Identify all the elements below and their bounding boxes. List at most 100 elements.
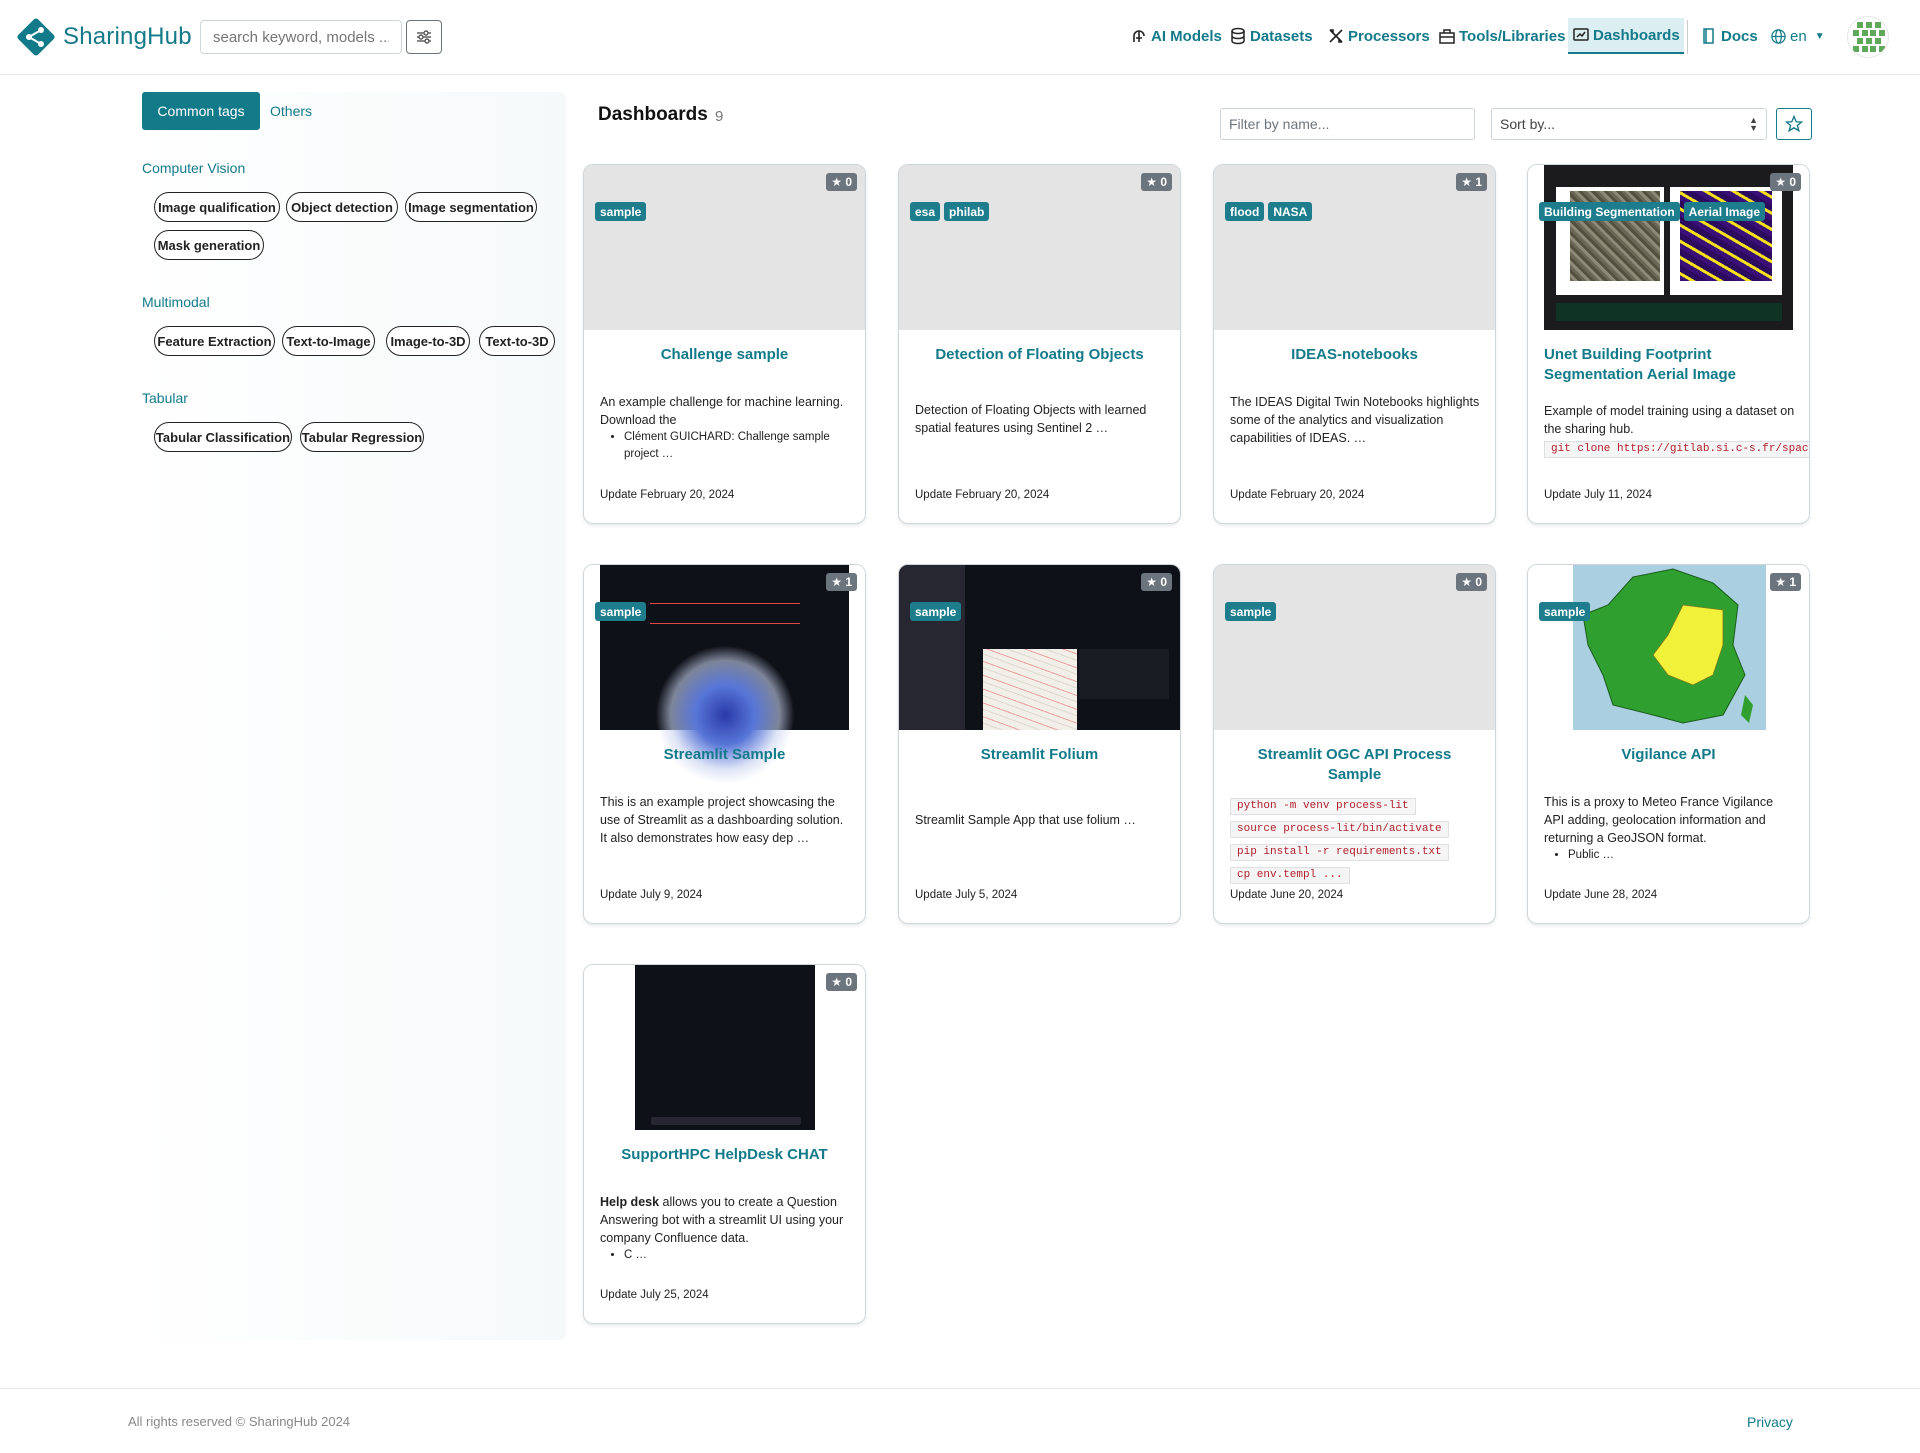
nav-dashboards[interactable]: Dashboards (1568, 18, 1684, 54)
card-thumbnail (1528, 165, 1809, 330)
card-tag-badge[interactable]: flood (1225, 202, 1265, 221)
card-update-date: Update June 28, 2024 (1544, 889, 1658, 901)
nav-docs[interactable]: Docs (1696, 18, 1762, 54)
nav-docs-label: Docs (1721, 27, 1758, 45)
star-icon: ★ (1146, 575, 1161, 589)
user-avatar[interactable] (1847, 16, 1889, 58)
favorites-toggle-button[interactable] (1776, 108, 1812, 140)
dashboard-card-challenge-sample[interactable]: ★ 0 sample Challenge sample An example c… (583, 164, 866, 524)
card-tag-badge[interactable]: philab (944, 202, 990, 221)
card-tag-badge[interactable]: sample (910, 602, 962, 621)
dashboard-icon (1573, 28, 1589, 41)
card-thumbnail (1214, 565, 1495, 730)
star-count: 1 (845, 575, 852, 589)
card-description-text: This is a proxy to Meteo France Vigilanc… (1544, 795, 1774, 845)
card-description: This is an example project showcasing th… (600, 795, 844, 845)
sort-select[interactable]: Sort by... ▲ ▼ (1491, 108, 1767, 140)
card-title[interactable]: Detection of Floating Objects (915, 345, 1164, 365)
star-count-badge: ★ 1 (1456, 173, 1487, 191)
card-title[interactable]: Unet Building Footprint Segmentation Aer… (1544, 345, 1793, 385)
filter-by-name-input[interactable]: Filter by name... (1220, 108, 1475, 140)
card-title[interactable]: Challenge sample (600, 345, 849, 365)
tag-tabular-regression[interactable]: Tabular Regression (300, 422, 424, 452)
nav-processors[interactable]: Processors (1323, 18, 1434, 54)
dashboard-card-streamlit-sample[interactable]: ★ 1 sample Streamlit Sample This is an e… (583, 564, 866, 924)
card-tag-badge[interactable]: sample (1539, 602, 1591, 621)
sidebar (134, 92, 566, 1340)
card-description: Streamlit Sample App that use folium … (915, 813, 1136, 827)
search-input[interactable] (200, 20, 402, 54)
sort-select-label: Sort by... (1500, 116, 1555, 132)
dashboard-card-supporthpc-helpdesk[interactable]: ★ 0 SupportHPC HelpDesk CHAT Help desk a… (583, 964, 866, 1324)
nav-processors-label: Processors (1348, 27, 1430, 45)
card-code-snippet: git clone https://gitlab.si.c-s.fr/space… (1544, 441, 1809, 458)
star-icon: ★ (1461, 575, 1476, 589)
dashboard-card-detection-floating-objects[interactable]: ★ 0 esa philab Detection of Floating Obj… (898, 164, 1181, 524)
card-title[interactable]: Vigilance API (1544, 745, 1793, 765)
dashboard-card-streamlit-folium[interactable]: ★ 0 sample Streamlit Folium Streamlit Sa… (898, 564, 1181, 924)
card-tag-badge[interactable]: NASA (1268, 202, 1313, 221)
brand-name[interactable]: SharingHub (63, 23, 192, 51)
nav-ai-models[interactable]: AI Models (1126, 18, 1226, 54)
tag-text-to-image[interactable]: Text-to-Image (282, 326, 375, 356)
section-computer-vision-title: Computer Vision (142, 160, 246, 176)
star-count-badge: ★ 0 (1456, 573, 1487, 591)
star-count-badge: ★ 1 (1770, 573, 1801, 591)
language-selector[interactable]: en ▼ (1770, 18, 1825, 54)
globe-icon (1771, 28, 1786, 44)
nav-tools-libraries[interactable]: Tools/Libraries (1434, 18, 1569, 54)
card-description: python -m venv process-lit source proces… (1230, 795, 1481, 887)
dashboard-card-ideas-notebooks[interactable]: ★ 1 flood NASA IDEAS-notebooks The IDEAS… (1213, 164, 1496, 524)
star-count-badge: ★ 0 (1770, 173, 1801, 191)
card-update-date: Update February 20, 2024 (915, 489, 1050, 501)
tab-common-tags[interactable]: Common tags (142, 92, 260, 130)
tag-tabular-classification[interactable]: Tabular Classification (154, 422, 292, 452)
card-thumbnail (584, 165, 865, 330)
footer-privacy-link[interactable]: Privacy (1747, 1414, 1793, 1430)
card-tag-badge[interactable]: sample (595, 202, 647, 221)
nav-datasets[interactable]: Datasets (1225, 18, 1317, 54)
card-title[interactable]: Streamlit OGC API Process Sample (1230, 745, 1479, 785)
card-thumbnail (1528, 565, 1809, 730)
tag-image-to-3d[interactable]: Image-to-3D (386, 326, 470, 356)
card-tag-badge[interactable]: sample (595, 602, 647, 621)
tab-others[interactable]: Others (270, 92, 320, 130)
tag-object-detection[interactable]: Object detection (286, 192, 398, 222)
card-title[interactable]: SupportHPC HelpDesk CHAT (600, 1145, 849, 1165)
card-title[interactable]: Streamlit Sample (600, 745, 849, 765)
card-tag-badge[interactable]: Aerial Image (1683, 202, 1766, 221)
dashboard-card-vigilance-api[interactable]: ★ 1 sample Vigilance API This is a proxy… (1527, 564, 1810, 924)
card-thumbnail (1214, 165, 1495, 330)
card-title[interactable]: IDEAS-notebooks (1230, 345, 1479, 365)
card-update-date: Update February 20, 2024 (1230, 489, 1365, 501)
nav-ai-models-label: AI Models (1151, 27, 1222, 45)
dashboard-card-unet-building-footprint[interactable]: ★ 0 Building Segmentation Aerial Image U… (1527, 164, 1810, 524)
json-output-mock (1079, 649, 1169, 699)
star-count-badge: ★ 0 (826, 973, 857, 991)
dashboard-card-streamlit-ogc-api[interactable]: ★ 0 sample Streamlit OGC API Process Sam… (1213, 564, 1496, 924)
streamlit-sidebar-mock (899, 565, 965, 730)
star-count: 0 (1160, 175, 1167, 189)
sharinghub-logo-icon (17, 18, 55, 56)
star-count-badge: ★ 1 (826, 573, 857, 591)
database-icon (1231, 27, 1245, 45)
star-icon: ★ (1775, 575, 1790, 589)
tag-feature-extraction[interactable]: Feature Extraction (154, 326, 275, 356)
brand-logo[interactable]: SharingHub (16, 17, 192, 57)
star-count-badge: ★ 0 (826, 173, 857, 191)
card-tag-badge[interactable]: sample (1225, 602, 1277, 621)
tag-image-segmentation[interactable]: Image segmentation (405, 192, 537, 222)
star-count: 1 (1475, 175, 1482, 189)
tag-text-to-3d[interactable]: Text-to-3D (479, 326, 555, 356)
card-thumbnail (899, 565, 1180, 730)
card-code-snippet: python -m venv process-lit (1230, 798, 1416, 815)
chat-preview (635, 965, 815, 1130)
card-title[interactable]: Streamlit Folium (915, 745, 1164, 765)
star-icon: ★ (831, 575, 846, 589)
tag-mask-generation[interactable]: Mask generation (154, 230, 264, 260)
card-tag-badge[interactable]: Building Segmentation (1539, 202, 1680, 221)
tag-image-qualification[interactable]: Image qualification (154, 192, 280, 222)
card-tag-badge[interactable]: esa (910, 202, 941, 221)
card-description-bullet: Public … (1568, 847, 1795, 864)
search-filter-button[interactable] (406, 20, 442, 54)
